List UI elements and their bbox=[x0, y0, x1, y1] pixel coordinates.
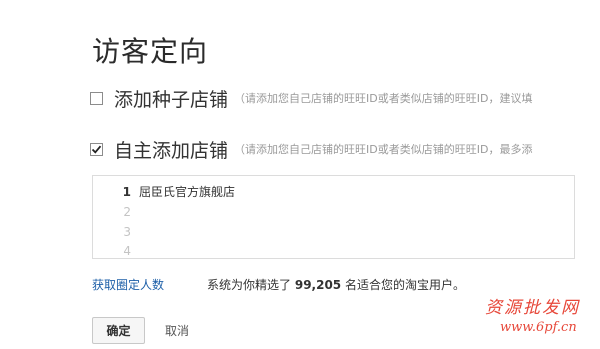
status-prefix: 系统为你精选了 bbox=[207, 278, 292, 292]
line-number: 4 bbox=[123, 243, 131, 258]
audience-status: 系统为你精选了 99,205 名适合您的淘宝用户。 bbox=[207, 276, 465, 293]
seed-shop-hint: （请添加您自己店铺的旺旺ID或者类似店铺的旺旺ID，建议填 bbox=[234, 92, 533, 105]
page-title: 访客定向 bbox=[92, 35, 209, 68]
shop-list-editor[interactable]: 1 屈臣氏官方旗舰店 2 3 4 bbox=[92, 175, 575, 259]
watermark-logo-text: 资源批发网 bbox=[485, 298, 580, 318]
option-custom-shop[interactable]: 自主添加店铺 （请添加您自己店铺的旺旺ID或者类似店铺的旺旺ID，最多添 bbox=[90, 136, 532, 162]
checkmark-icon bbox=[91, 145, 102, 154]
editor-line: 2 bbox=[93, 202, 139, 221]
line-number: 1 bbox=[122, 184, 131, 199]
watermark-url: www.6pf.cn bbox=[500, 320, 577, 335]
option-seed-shop[interactable]: 添加种子店铺 （请添加您自己店铺的旺旺ID或者类似店铺的旺旺ID，建议填 bbox=[90, 85, 532, 111]
line-number: 2 bbox=[123, 204, 131, 219]
custom-shop-hint: （请添加您自己店铺的旺旺ID或者类似店铺的旺旺ID，最多添 bbox=[234, 143, 533, 156]
fetch-audience-link[interactable]: 获取圈定人数 bbox=[92, 276, 164, 293]
seed-shop-checkbox[interactable] bbox=[90, 91, 103, 105]
editor-line: 4 bbox=[93, 241, 139, 258]
seed-shop-label: 添加种子店铺 bbox=[114, 88, 229, 111]
confirm-button[interactable]: 确定 bbox=[92, 317, 145, 344]
line-text: 屈臣氏官方旗舰店 bbox=[139, 185, 236, 199]
editor-line: 1 屈臣氏官方旗舰店 bbox=[93, 182, 235, 201]
status-suffix: 名适合您的淘宝用户。 bbox=[344, 278, 465, 292]
status-count: 99,205 bbox=[294, 278, 342, 292]
custom-shop-checkbox[interactable] bbox=[90, 142, 103, 156]
editor-line: 3 bbox=[93, 222, 139, 241]
line-number: 3 bbox=[123, 224, 131, 239]
custom-shop-label: 自主添加店铺 bbox=[114, 139, 229, 162]
cancel-button[interactable]: 取消 bbox=[165, 317, 189, 344]
